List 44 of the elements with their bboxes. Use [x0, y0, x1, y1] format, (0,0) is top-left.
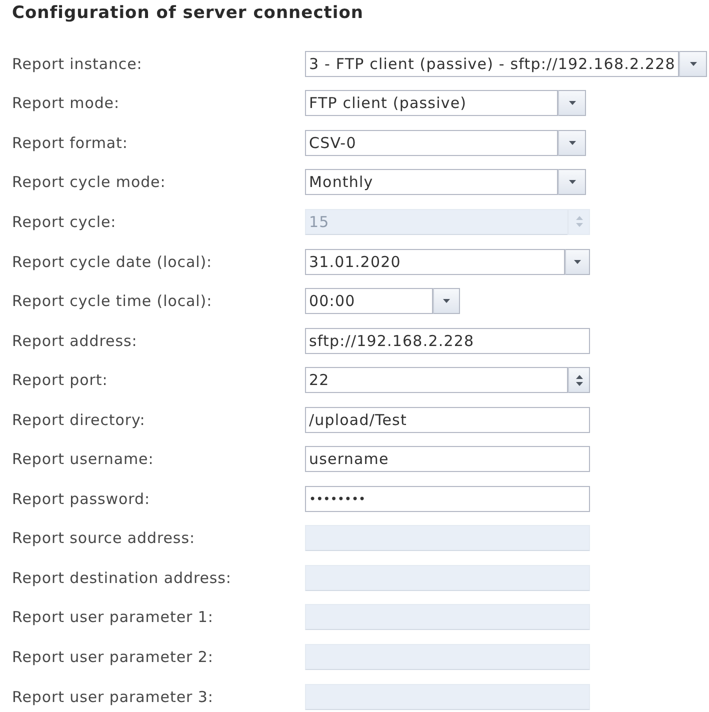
field-label: Report user parameter 2: [12, 648, 214, 666]
up-down-caret-icon [576, 374, 582, 386]
dropdown-button[interactable] [558, 169, 586, 196]
caret-down-icon [574, 260, 581, 264]
field-label: Report cycle mode: [12, 173, 167, 192]
field-label: Report cycle time (local): [12, 292, 214, 310]
dropdown-field[interactable]: FTP client (passive) [305, 90, 558, 116]
dropdown-field[interactable]: Monthly [305, 169, 558, 196]
caret-down-icon [690, 62, 697, 66]
text-field[interactable]: sftp://192.168.2.228 [305, 328, 590, 354]
field-label: Report format: [12, 134, 129, 152]
field-label: Report user parameter 3: [12, 688, 214, 706]
up-down-caret-icon [576, 216, 582, 228]
field-label: Report source address: [12, 529, 196, 548]
caret-down-icon [568, 140, 576, 145]
caret-down-icon [568, 180, 576, 184]
time-picker-button[interactable] [433, 288, 460, 314]
dropdown-button[interactable] [679, 50, 708, 77]
field-label: Report destination address: [12, 568, 232, 587]
section-title: Configuration of server connection [12, 2, 364, 24]
dropdown-field[interactable]: 3 - FTP client (passive) - sftp://192.168.2.228 [305, 50, 680, 77]
text-field[interactable]: /upload/Test [305, 406, 590, 433]
field-label: Report mode: [12, 94, 120, 112]
date-field[interactable]: 31.01.2020 [305, 248, 565, 274]
date-picker-button[interactable] [565, 248, 590, 274]
field-label: Report address: [12, 332, 138, 350]
field-label: Report username: [12, 450, 155, 468]
field-label: Report port: [12, 371, 109, 390]
dropdown-button[interactable] [558, 90, 586, 116]
field-label: Report password: [12, 490, 151, 508]
field-label: Report directory: [12, 410, 146, 429]
dropdown-field[interactable]: CSV-0 [305, 130, 558, 156]
number-field[interactable]: 22 [305, 367, 568, 394]
field-label: Report cycle date (local): [12, 252, 214, 270]
field-label: Report user parameter 1: [12, 608, 214, 626]
dropdown-button[interactable] [558, 130, 586, 156]
caret-down-icon [443, 299, 450, 304]
caret-down-icon [568, 101, 576, 106]
time-field[interactable]: 00:00 [305, 288, 433, 314]
spinner-button[interactable] [568, 367, 590, 394]
field-label: Report cycle: [12, 212, 118, 231]
field-label: Report instance: [12, 54, 144, 73]
password-field[interactable]: •••••••• [305, 486, 590, 512]
text-field[interactable]: username [305, 446, 590, 472]
